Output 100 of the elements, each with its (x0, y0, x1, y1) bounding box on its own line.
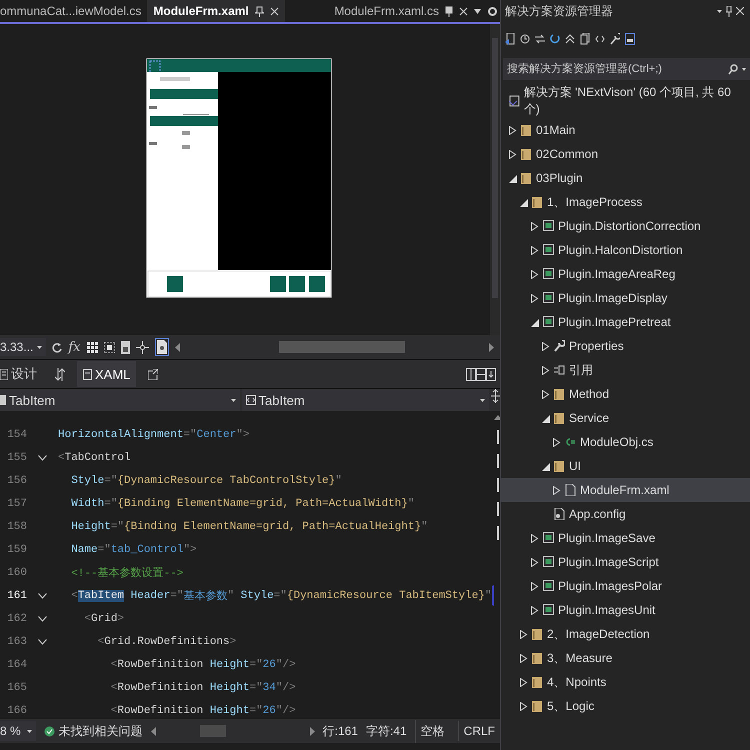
tree-item[interactable]: Plugin.ImageAreaReg (501, 262, 750, 286)
zoom-dropdown[interactable]: 3.33... (0, 338, 46, 356)
close-icon[interactable] (736, 7, 744, 15)
document-icon[interactable] (154, 338, 169, 356)
tree-item[interactable]: Service (501, 406, 750, 430)
dropdown-icon[interactable] (717, 10, 722, 12)
collapsed-arrow-icon[interactable] (520, 678, 528, 686)
expanded-arrow-icon[interactable] (542, 462, 550, 470)
collapse-chevron-icon[interactable] (38, 454, 46, 460)
zoom-dropdown[interactable]: 8 % (0, 721, 36, 741)
vertical-scrollbar[interactable] (490, 24, 500, 335)
document-tab[interactable]: ModuleFrm.xaml.cs (328, 0, 500, 22)
collapsed-arrow-icon[interactable] (520, 654, 528, 662)
tree-item[interactable]: 1、ImageProcess (501, 190, 750, 214)
dropdown-icon[interactable] (742, 68, 746, 70)
split-icon[interactable] (491, 389, 500, 403)
copy-icon[interactable] (580, 33, 590, 45)
dropdown-icon[interactable] (37, 346, 42, 348)
collapsed-arrow-icon[interactable] (509, 126, 517, 134)
tree-item[interactable]: Properties (501, 334, 750, 358)
scroll-left-icon[interactable] (150, 726, 156, 736)
collapse-chevron-icon[interactable] (38, 616, 46, 622)
wrench-icon[interactable] (610, 33, 620, 45)
pin-icon[interactable] (254, 6, 264, 16)
formula-button[interactable]: fx (68, 340, 81, 354)
document-tab[interactable]: ModuleFrm.xaml (147, 0, 285, 22)
close-icon[interactable] (270, 6, 279, 16)
collapsed-arrow-icon[interactable] (531, 246, 539, 254)
collapsed-arrow-icon[interactable] (531, 222, 539, 230)
scroll-left-icon[interactable] (174, 342, 180, 352)
collapsed-arrow-icon[interactable] (542, 366, 550, 374)
collapsed-arrow-icon[interactable] (531, 534, 539, 542)
tree-item[interactable]: UI (501, 454, 750, 478)
collapsed-arrow-icon[interactable] (542, 390, 550, 398)
tree-item[interactable]: Plugin.ImagePretreat (501, 310, 750, 334)
tree-item[interactable]: Plugin.ImageSave (501, 526, 750, 550)
tree-item[interactable]: Plugin.DistortionCorrection (501, 214, 750, 238)
collapsed-arrow-icon[interactable] (553, 438, 561, 446)
code-icon[interactable] (595, 33, 605, 45)
collapsed-arrow-icon[interactable] (542, 342, 550, 350)
element-dropdown[interactable]: TabItem (0, 389, 240, 411)
tree-item[interactable]: 03Plugin (501, 166, 750, 190)
dropdown-icon[interactable] (474, 8, 481, 14)
collapsed-arrow-icon[interactable] (531, 270, 539, 278)
collapse-all-icon[interactable] (565, 33, 575, 45)
close-icon[interactable] (459, 6, 468, 16)
tree-item[interactable]: Plugin.ImagesPolar (501, 574, 750, 598)
scroll-right-icon[interactable] (489, 342, 494, 352)
scroll-right-icon[interactable] (310, 726, 315, 736)
collapsed-arrow-icon[interactable] (553, 486, 561, 494)
tree-item[interactable]: Method (501, 382, 750, 406)
tree-item[interactable]: 01Main (501, 118, 750, 142)
sync-icon[interactable] (505, 33, 515, 45)
popout-icon[interactable] (148, 368, 158, 380)
expanded-arrow-icon[interactable] (542, 414, 550, 422)
crosshair-icon[interactable] (136, 340, 149, 354)
tree-item[interactable]: 3、Measure (501, 646, 750, 670)
tree-item[interactable]: ModuleObj.cs (501, 430, 750, 454)
tree-item[interactable]: 引用 (501, 358, 750, 382)
tree-item[interactable]: 2、ImageDetection (501, 622, 750, 646)
tree-item[interactable]: Plugin.ImagesUnit (501, 598, 750, 622)
tree-item[interactable]: 解决方案 'NExtVison' (60 个项目, 共 60 个) (501, 84, 750, 118)
swap-icon[interactable] (55, 368, 65, 380)
collapsed-arrow-icon[interactable] (531, 558, 539, 566)
expanded-arrow-icon[interactable] (520, 198, 528, 206)
collapsed-arrow-icon[interactable] (509, 150, 517, 158)
document-tab[interactable]: ommunaCat...iewModel.cs (0, 0, 148, 22)
pin-icon[interactable] (445, 6, 453, 16)
tree-item[interactable]: 4、Npoints (501, 670, 750, 694)
collapsed-arrow-icon[interactable] (531, 606, 539, 614)
view-tab[interactable]: XAML (77, 361, 136, 387)
history-icon[interactable] (520, 33, 530, 45)
expanded-arrow-icon[interactable] (531, 318, 539, 326)
collapsed-arrow-icon[interactable] (531, 582, 539, 590)
view-tab[interactable]: 设计 (0, 361, 43, 387)
split-view-icon[interactable] (466, 368, 496, 380)
collapsed-arrow-icon[interactable] (520, 702, 528, 710)
preview-icon[interactable] (625, 33, 635, 45)
search-icon[interactable] (728, 64, 738, 74)
rectangle-icon[interactable] (120, 340, 130, 354)
tree-item[interactable]: 5、Logic (501, 694, 750, 718)
collapse-chevron-icon[interactable] (38, 638, 46, 644)
sync-arrows-icon[interactable] (535, 33, 545, 45)
collapsed-arrow-icon[interactable] (520, 630, 528, 638)
pin-icon[interactable] (726, 6, 732, 16)
tree-item[interactable]: Plugin.ImageDisplay (501, 286, 750, 310)
tree-item[interactable]: Plugin.HalconDistortion (501, 238, 750, 262)
collapsed-arrow-icon[interactable] (531, 294, 539, 302)
indent-mode[interactable]: 空格 (414, 720, 450, 742)
element-dropdown[interactable]: TabItem (242, 389, 489, 411)
check-circle-icon[interactable] (44, 726, 55, 736)
refresh-icon[interactable] (550, 33, 560, 45)
tree-item[interactable]: ModuleFrm.xaml (501, 478, 750, 502)
issues-status[interactable]: 未找到相关问题 (58, 722, 143, 740)
expanded-arrow-icon[interactable] (509, 174, 517, 182)
grid-icon[interactable] (104, 342, 115, 352)
collapse-chevron-icon[interactable] (38, 592, 46, 598)
grid-icon[interactable] (86, 342, 98, 352)
tree-item[interactable]: 02Common (501, 142, 750, 166)
refresh-icon[interactable] (52, 342, 62, 352)
